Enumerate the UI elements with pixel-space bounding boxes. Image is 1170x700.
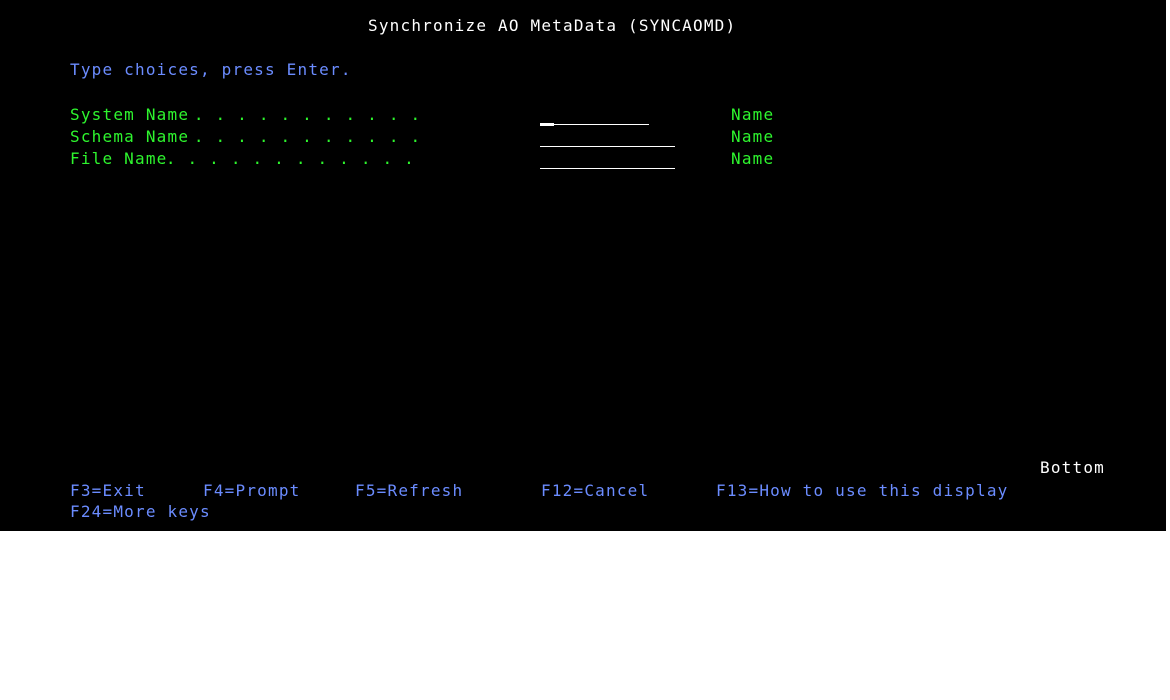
fkey-f13-help[interactable]: F13=How to use this display bbox=[716, 481, 1009, 501]
input-cursor bbox=[540, 123, 554, 126]
system-name-leader-dots: . . . . . . . . . . . bbox=[183, 105, 422, 124]
file-name-leader-dots: . . . . . . . . . . . . bbox=[155, 149, 415, 168]
system-name-input[interactable] bbox=[540, 124, 649, 125]
file-name-hint: Name bbox=[731, 149, 775, 168]
fkey-f5-refresh[interactable]: F5=Refresh bbox=[355, 481, 463, 501]
system-name-hint: Name bbox=[731, 105, 775, 124]
screen-title: Synchronize AO MetaData (SYNCAOMD) bbox=[368, 16, 737, 35]
schema-name-hint: Name bbox=[731, 127, 775, 146]
more-indicator: Bottom bbox=[1040, 458, 1105, 477]
system-name-label: System Name bbox=[70, 105, 190, 124]
schema-name-input[interactable] bbox=[540, 146, 675, 147]
file-name-label: File Name bbox=[70, 149, 168, 168]
fkey-f4-prompt[interactable]: F4=Prompt bbox=[203, 481, 301, 501]
fkey-f24-more-keys[interactable]: F24=More keys bbox=[70, 502, 211, 522]
file-name-input[interactable] bbox=[540, 168, 675, 169]
schema-name-leader-dots: . . . . . . . . . . . bbox=[183, 127, 422, 146]
schema-name-label: Schema Name bbox=[70, 127, 190, 146]
fkey-f12-cancel[interactable]: F12=Cancel bbox=[541, 481, 649, 501]
instruction-text: Type choices, press Enter. bbox=[70, 60, 352, 79]
terminal-screen: Synchronize AO MetaData (SYNCAOMD) Type … bbox=[0, 0, 1170, 531]
fkey-f3-exit[interactable]: F3=Exit bbox=[70, 481, 146, 501]
